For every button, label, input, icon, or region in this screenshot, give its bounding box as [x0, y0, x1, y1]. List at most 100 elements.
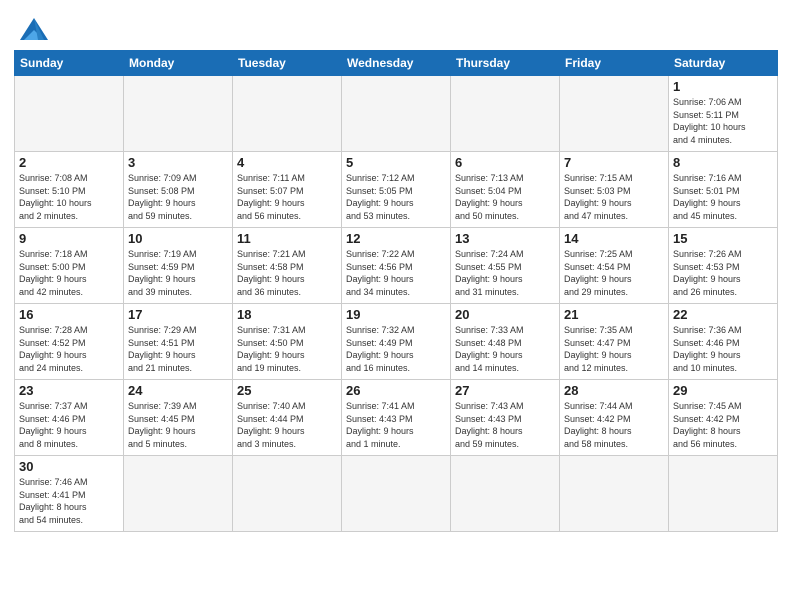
day-info: Sunrise: 7:16 AM Sunset: 5:01 PM Dayligh… — [673, 172, 773, 222]
day-number: 30 — [19, 459, 119, 474]
day-info: Sunrise: 7:11 AM Sunset: 5:07 PM Dayligh… — [237, 172, 337, 222]
calendar-cell: 25Sunrise: 7:40 AM Sunset: 4:44 PM Dayli… — [233, 380, 342, 456]
day-number: 12 — [346, 231, 446, 246]
calendar-cell: 30 Sunrise: 7:46 AM Sunset: 4:41 PM Dayli… — [15, 456, 124, 532]
day-number: 23 — [19, 383, 119, 398]
day-info: Sunrise: 7:09 AM Sunset: 5:08 PM Dayligh… — [128, 172, 228, 222]
day-info: Sunrise: 7:45 AM Sunset: 4:42 PM Dayligh… — [673, 400, 773, 450]
day-number: 1 — [673, 79, 773, 94]
calendar-cell — [233, 76, 342, 152]
calendar-cell — [669, 456, 778, 532]
day-number: 13 — [455, 231, 555, 246]
weekday-header-wednesday: Wednesday — [342, 51, 451, 76]
calendar-cell: 2Sunrise: 7:08 AM Sunset: 5:10 PM Daylig… — [15, 152, 124, 228]
day-number: 18 — [237, 307, 337, 322]
calendar-cell: 18 Sunrise: 7:31 AM Sunset: 4:50 PM Dayli… — [233, 304, 342, 380]
week-row-6: 30 Sunrise: 7:46 AM Sunset: 4:41 PM Dayli… — [15, 456, 778, 532]
day-info: Sunrise: 7:22 AM Sunset: 4:56 PM Dayligh… — [346, 248, 446, 298]
day-info: Sunrise: 7:26 AM Sunset: 4:53 PM Dayligh… — [673, 248, 773, 298]
calendar-cell: 7Sunrise: 7:15 AM Sunset: 5:03 PM Daylig… — [560, 152, 669, 228]
day-number: 19 — [346, 307, 446, 322]
calendar-cell — [342, 456, 451, 532]
day-number: 16 — [19, 307, 119, 322]
day-info: Sunrise: 7:46 AM Sunset: 4:41 PM Dayligh… — [19, 476, 119, 526]
calendar-cell — [15, 76, 124, 152]
calendar-cell: 17 Sunrise: 7:29 AM Sunset: 4:51 PM Dayli… — [124, 304, 233, 380]
calendar-cell: 16 Sunrise: 7:28 AM Sunset: 4:52 PM Dayli… — [15, 304, 124, 380]
weekday-header-saturday: Saturday — [669, 51, 778, 76]
day-info: Sunrise: 7:31 AM Sunset: 4:50 PM Dayligh… — [237, 324, 337, 374]
calendar-cell: 26 Sunrise: 7:41 AM Sunset: 4:43 PM Dayli… — [342, 380, 451, 456]
calendar-cell: 11Sunrise: 7:21 AM Sunset: 4:58 PM Dayli… — [233, 228, 342, 304]
day-number: 8 — [673, 155, 773, 170]
day-number: 2 — [19, 155, 119, 170]
day-number: 4 — [237, 155, 337, 170]
day-info: Sunrise: 7:43 AM Sunset: 4:43 PM Dayligh… — [455, 400, 555, 450]
calendar-cell: 24 Sunrise: 7:39 AM Sunset: 4:45 PM Dayli… — [124, 380, 233, 456]
calendar-page: SundayMondayTuesdayWednesdayThursdayFrid… — [0, 0, 792, 612]
calendar-cell — [451, 76, 560, 152]
calendar-cell: 21 Sunrise: 7:35 AM Sunset: 4:47 PM Dayli… — [560, 304, 669, 380]
calendar-cell: 6Sunrise: 7:13 AM Sunset: 5:04 PM Daylig… — [451, 152, 560, 228]
day-info: Sunrise: 7:44 AM Sunset: 4:42 PM Dayligh… — [564, 400, 664, 450]
day-info: Sunrise: 7:35 AM Sunset: 4:47 PM Dayligh… — [564, 324, 664, 374]
calendar-cell: 8 Sunrise: 7:16 AM Sunset: 5:01 PM Daylig… — [669, 152, 778, 228]
calendar-cell: 15 Sunrise: 7:26 AM Sunset: 4:53 PM Dayli… — [669, 228, 778, 304]
day-number: 25 — [237, 383, 337, 398]
day-number: 22 — [673, 307, 773, 322]
day-info: Sunrise: 7:36 AM Sunset: 4:46 PM Dayligh… — [673, 324, 773, 374]
day-info: Sunrise: 7:39 AM Sunset: 4:45 PM Dayligh… — [128, 400, 228, 450]
logo — [14, 14, 52, 44]
calendar-table: SundayMondayTuesdayWednesdayThursdayFrid… — [14, 50, 778, 532]
day-info: Sunrise: 7:19 AM Sunset: 4:59 PM Dayligh… — [128, 248, 228, 298]
calendar-cell: 19 Sunrise: 7:32 AM Sunset: 4:49 PM Dayli… — [342, 304, 451, 380]
day-number: 14 — [564, 231, 664, 246]
weekday-header-monday: Monday — [124, 51, 233, 76]
calendar-cell: 23 Sunrise: 7:37 AM Sunset: 4:46 PM Dayli… — [15, 380, 124, 456]
day-number: 15 — [673, 231, 773, 246]
day-info: Sunrise: 7:29 AM Sunset: 4:51 PM Dayligh… — [128, 324, 228, 374]
calendar-cell — [124, 76, 233, 152]
day-number: 3 — [128, 155, 228, 170]
calendar-cell — [560, 76, 669, 152]
day-info: Sunrise: 7:06 AM Sunset: 5:11 PM Dayligh… — [673, 96, 773, 146]
day-number: 29 — [673, 383, 773, 398]
weekday-header-row: SundayMondayTuesdayWednesdayThursdayFrid… — [15, 51, 778, 76]
day-number: 28 — [564, 383, 664, 398]
day-number: 27 — [455, 383, 555, 398]
calendar-cell — [560, 456, 669, 532]
weekday-header-tuesday: Tuesday — [233, 51, 342, 76]
day-number: 26 — [346, 383, 446, 398]
day-number: 21 — [564, 307, 664, 322]
calendar-cell: 13 Sunrise: 7:24 AM Sunset: 4:55 PM Dayli… — [451, 228, 560, 304]
day-info: Sunrise: 7:28 AM Sunset: 4:52 PM Dayligh… — [19, 324, 119, 374]
calendar-cell: 1 Sunrise: 7:06 AM Sunset: 5:11 PM Daylig… — [669, 76, 778, 152]
day-info: Sunrise: 7:32 AM Sunset: 4:49 PM Dayligh… — [346, 324, 446, 374]
calendar-cell: 29 Sunrise: 7:45 AM Sunset: 4:42 PM Dayli… — [669, 380, 778, 456]
day-info: Sunrise: 7:37 AM Sunset: 4:46 PM Dayligh… — [19, 400, 119, 450]
day-number: 9 — [19, 231, 119, 246]
calendar-cell — [233, 456, 342, 532]
calendar-cell: 28 Sunrise: 7:44 AM Sunset: 4:42 PM Dayli… — [560, 380, 669, 456]
day-number: 10 — [128, 231, 228, 246]
day-info: Sunrise: 7:24 AM Sunset: 4:55 PM Dayligh… — [455, 248, 555, 298]
week-row-5: 23 Sunrise: 7:37 AM Sunset: 4:46 PM Dayli… — [15, 380, 778, 456]
calendar-cell: 9Sunrise: 7:18 AM Sunset: 5:00 PM Daylig… — [15, 228, 124, 304]
weekday-header-thursday: Thursday — [451, 51, 560, 76]
day-info: Sunrise: 7:25 AM Sunset: 4:54 PM Dayligh… — [564, 248, 664, 298]
day-number: 24 — [128, 383, 228, 398]
day-info: Sunrise: 7:41 AM Sunset: 4:43 PM Dayligh… — [346, 400, 446, 450]
calendar-cell: 10 Sunrise: 7:19 AM Sunset: 4:59 PM Dayli… — [124, 228, 233, 304]
calendar-cell: 3 Sunrise: 7:09 AM Sunset: 5:08 PM Daylig… — [124, 152, 233, 228]
day-number: 17 — [128, 307, 228, 322]
day-info: Sunrise: 7:13 AM Sunset: 5:04 PM Dayligh… — [455, 172, 555, 222]
calendar-cell: 20 Sunrise: 7:33 AM Sunset: 4:48 PM Dayli… — [451, 304, 560, 380]
header — [14, 10, 778, 44]
calendar-cell: 12 Sunrise: 7:22 AM Sunset: 4:56 PM Dayli… — [342, 228, 451, 304]
calendar-cell: 5Sunrise: 7:12 AM Sunset: 5:05 PM Daylig… — [342, 152, 451, 228]
logo-icon — [16, 14, 52, 44]
day-info: Sunrise: 7:33 AM Sunset: 4:48 PM Dayligh… — [455, 324, 555, 374]
week-row-1: 1 Sunrise: 7:06 AM Sunset: 5:11 PM Daylig… — [15, 76, 778, 152]
calendar-cell — [451, 456, 560, 532]
day-number: 20 — [455, 307, 555, 322]
